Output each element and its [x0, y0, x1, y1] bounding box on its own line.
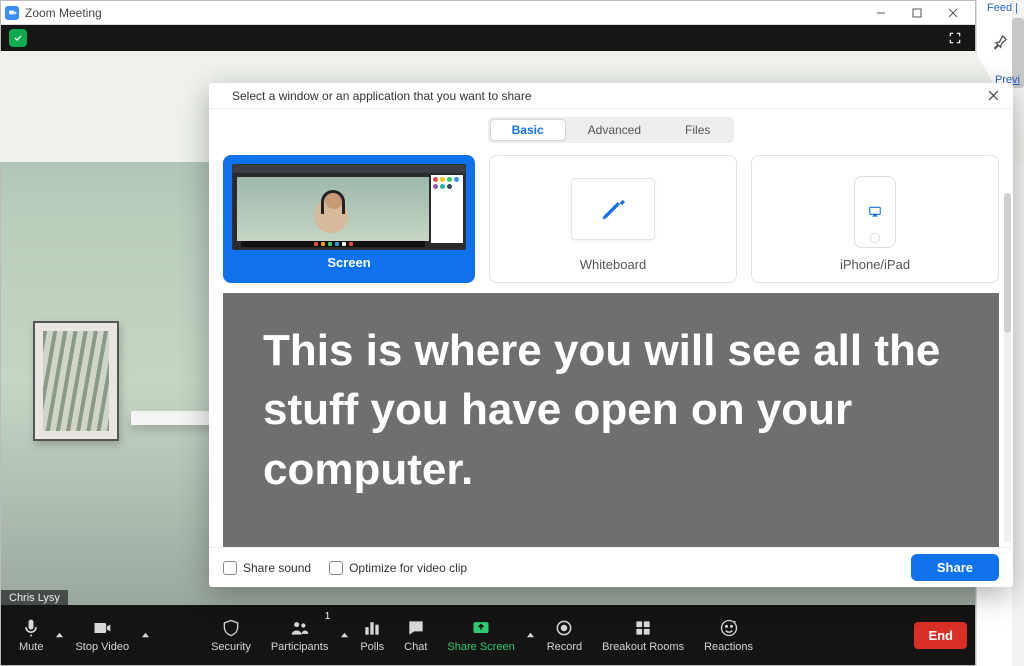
record-icon: [554, 617, 574, 639]
mute-button[interactable]: Mute: [9, 605, 53, 665]
people-icon: [290, 617, 310, 639]
video-camera-icon: [92, 617, 112, 639]
bg-feed-link[interactable]: Feed |: [987, 2, 1018, 14]
window-close-button[interactable]: [935, 1, 971, 24]
dialog-footer: Share sound Optimize for video clip Shar…: [209, 547, 1013, 587]
tab-advanced[interactable]: Advanced: [566, 119, 663, 141]
microphone-icon: [21, 617, 41, 639]
screen-thumbnail: [232, 164, 466, 250]
meeting-controls-bar: Mute Stop Video Security 1 Participants …: [1, 605, 975, 665]
share-confirm-button[interactable]: Share: [911, 554, 999, 581]
zoom-logo-icon: [5, 6, 19, 20]
zoom-logo-icon: [217, 89, 226, 103]
share-option-label: iPhone/iPad: [840, 257, 910, 272]
chat-bubble-icon: [406, 617, 426, 639]
share-screen-icon: [471, 617, 491, 639]
video-options-chevron[interactable]: [139, 605, 151, 665]
participants-count-badge: 1: [325, 611, 331, 622]
share-option-label: Whiteboard: [580, 257, 646, 272]
window-title: Zoom Meeting: [25, 6, 102, 20]
background-scrollbar[interactable]: [1012, 0, 1024, 666]
share-sound-checkbox[interactable]: Share sound: [223, 561, 311, 575]
tab-files[interactable]: Files: [663, 119, 732, 141]
whiteboard-thumbnail: [571, 178, 655, 240]
pin-icon: [992, 34, 1008, 50]
airplay-icon: [866, 205, 884, 219]
shield-icon: [221, 617, 241, 639]
dialog-scrollbar[interactable]: [1004, 193, 1011, 543]
share-screen-dialog: Select a window or an application that y…: [209, 83, 1013, 587]
participants-options-chevron[interactable]: [338, 605, 350, 665]
reactions-button[interactable]: Reactions: [694, 605, 763, 665]
fullscreen-icon[interactable]: [943, 26, 967, 50]
dialog-title: Select a window or an application that y…: [232, 89, 532, 103]
mute-options-chevron[interactable]: [53, 605, 65, 665]
share-options-chevron[interactable]: [525, 605, 537, 665]
share-option-iphone[interactable]: iPhone/iPad: [751, 155, 999, 283]
smiley-icon: [719, 617, 739, 639]
meeting-info-bar: [1, 25, 975, 51]
tab-basic[interactable]: Basic: [490, 119, 566, 141]
iphone-thumbnail: [854, 176, 896, 248]
stop-video-button[interactable]: Stop Video: [65, 605, 139, 665]
share-options-row: Screen Whiteboard iPhone/iPad: [209, 149, 1013, 293]
record-button[interactable]: Record: [537, 605, 592, 665]
checkbox-icon: [223, 561, 237, 575]
share-option-label: Screen: [327, 255, 370, 270]
grid-icon: [633, 617, 653, 639]
polls-button[interactable]: Polls: [350, 605, 394, 665]
encryption-shield-icon[interactable]: [9, 29, 27, 47]
dialog-titlebar: Select a window or an application that y…: [209, 83, 1013, 109]
checkbox-icon: [329, 561, 343, 575]
bar-chart-icon: [362, 617, 382, 639]
window-titlebar: Zoom Meeting: [1, 1, 975, 25]
window-maximize-button[interactable]: [899, 1, 935, 24]
participant-name-label: Chris Lysy: [1, 590, 68, 606]
share-screen-button[interactable]: Share Screen: [437, 605, 524, 665]
security-button[interactable]: Security: [201, 605, 261, 665]
share-option-screen[interactable]: Screen: [223, 155, 475, 283]
tutorial-overlay-text: This is where you will see all the stuff…: [223, 293, 999, 547]
zoom-window: Zoom Meeting Chris Lysy Mute Stop Video …: [0, 0, 976, 666]
chat-button[interactable]: Chat: [394, 605, 437, 665]
share-option-whiteboard[interactable]: Whiteboard: [489, 155, 737, 283]
optimize-video-checkbox[interactable]: Optimize for video clip: [329, 561, 467, 575]
window-minimize-button[interactable]: [863, 1, 899, 24]
participants-button[interactable]: 1 Participants: [261, 605, 338, 665]
breakout-rooms-button[interactable]: Breakout Rooms: [592, 605, 694, 665]
pencil-icon: [599, 195, 627, 223]
dialog-tabs: Basic Advanced Files: [209, 109, 1013, 149]
room-picture-frame: [33, 321, 119, 441]
end-meeting-button[interactable]: End: [914, 622, 967, 649]
dialog-close-button[interactable]: [981, 84, 1005, 108]
